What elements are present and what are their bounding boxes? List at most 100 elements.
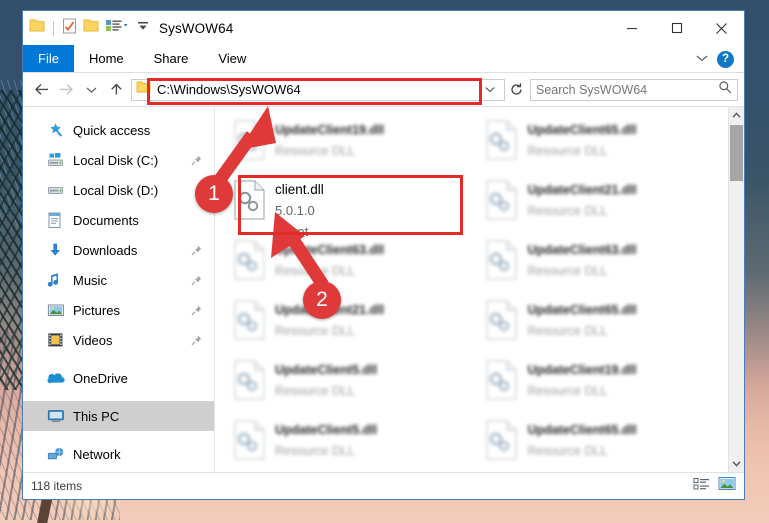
file-item[interactable]: UpdateClient19.dll Resource DLL <box>476 353 729 413</box>
sidebar-item-label: Local Disk (C:) <box>73 152 159 168</box>
folder-icon[interactable] <box>29 18 45 38</box>
dll-file-icon <box>227 419 271 460</box>
tab-home[interactable]: Home <box>74 45 139 72</box>
back-button[interactable] <box>29 77 54 103</box>
file-item[interactable]: UpdateClient63.dll Resource DLL <box>223 233 476 293</box>
sidebar-item-network[interactable]: Network <box>23 439 214 469</box>
file-description: Resource DLL <box>275 324 355 339</box>
file-item[interactable]: UpdateClient21.dll Resource DLL <box>223 293 476 353</box>
dll-file-icon <box>227 179 271 220</box>
search-box[interactable]: Search SysWOW64 <box>530 78 738 101</box>
dll-file-icon <box>480 359 524 400</box>
pin-icon[interactable] <box>191 154 202 169</box>
file-meta: UpdateClient19.dll Resource DLL <box>528 359 637 401</box>
file-meta: UpdateClient65.dll Resource DLL <box>528 419 637 461</box>
file-item[interactable]: UpdateClient65.dll Resource DLL <box>476 293 729 353</box>
file-name: UpdateClient65.dll <box>527 423 637 437</box>
file-item[interactable]: UpdateClient63.dll Resource DLL <box>476 233 729 293</box>
up-button[interactable] <box>104 77 129 103</box>
scrollbar-thumb[interactable] <box>730 125 743 181</box>
sidebar-gap-2 <box>23 393 214 401</box>
window-controls <box>609 11 744 45</box>
pin-icon[interactable] <box>191 304 202 319</box>
dll-file-icon <box>227 239 271 280</box>
pin-icon[interactable] <box>191 334 202 349</box>
file-description: Resource DLL <box>275 264 355 279</box>
pin-icon[interactable] <box>191 244 202 259</box>
file-name: UpdateClient65.dll <box>527 123 637 137</box>
file-item-client-dll[interactable]: client.dll 5.0.1.0 Client <box>223 173 476 239</box>
sidebar-item-videos[interactable]: Videos <box>23 325 214 355</box>
sidebar-item-onedrive[interactable]: OneDrive <box>23 363 214 393</box>
file-meta: UpdateClient19.dll Resource DLL <box>275 119 384 161</box>
sidebar-item-quick-access[interactable]: Quick access <box>23 115 214 145</box>
details-view-icon[interactable] <box>693 477 710 496</box>
tab-view-label: View <box>218 51 247 66</box>
explorer-body: Quick access Local Disk (C:) Local Disk … <box>23 106 744 472</box>
sidebar-item-label: Downloads <box>73 242 138 258</box>
close-button[interactable] <box>699 11 744 45</box>
tab-share[interactable]: Share <box>139 45 204 72</box>
recent-locations-button[interactable] <box>79 77 104 103</box>
file-meta: UpdateClient65.dll Resource DLL <box>528 119 637 161</box>
sidebar-item-pictures[interactable]: Pictures <box>23 295 214 325</box>
properties-icon[interactable] <box>62 18 77 39</box>
dll-file-icon <box>227 299 271 340</box>
file-item[interactable]: UpdateClient65.dll Resource DLL <box>476 413 729 472</box>
minimize-button[interactable] <box>609 11 654 45</box>
chevron-down-icon[interactable] <box>695 50 709 68</box>
search-icon[interactable] <box>718 80 732 99</box>
search-input[interactable]: Search SysWOW64 <box>536 83 718 97</box>
address-chevron-down-icon[interactable] <box>484 81 496 99</box>
large-icons-view-icon[interactable] <box>718 476 736 496</box>
sidebar-item-label: Network <box>73 446 121 462</box>
file-item[interactable]: UpdateClient65.dll Resource DLL <box>476 113 729 173</box>
file-name: UpdateClient5.dll <box>275 423 378 437</box>
vertical-scrollbar[interactable] <box>728 107 744 472</box>
refresh-button[interactable] <box>505 82 527 97</box>
pin-icon[interactable] <box>191 274 202 289</box>
dll-file-icon <box>480 119 524 160</box>
address-path-text: C:\Windows\SysWOW64 <box>157 82 301 97</box>
title-bar: SysWOW64 <box>23 11 744 45</box>
sidebar-item-documents[interactable]: Documents <box>23 205 214 235</box>
thispc-icon <box>47 409 69 424</box>
file-item[interactable]: UpdateClient5.dll Resource DLL <box>223 353 476 413</box>
sidebar-item-downloads[interactable]: Downloads <box>23 235 214 265</box>
help-icon[interactable]: ? <box>717 50 734 68</box>
tab-view[interactable]: View <box>203 45 261 72</box>
sidebar-item-label: Music <box>73 272 107 288</box>
maximize-button[interactable] <box>654 11 699 45</box>
network-icon <box>47 447 69 462</box>
customize-qat-icon[interactable] <box>136 19 150 38</box>
sidebar-item-music[interactable]: Music <box>23 265 214 295</box>
tab-file[interactable]: File <box>23 45 74 72</box>
dll-file-icon <box>480 299 524 340</box>
sidebar-item-label: Quick access <box>73 122 151 138</box>
sidebar-item-label: Local Disk (D:) <box>73 182 159 198</box>
file-description: Resource DLL <box>275 144 355 159</box>
forward-button[interactable] <box>54 77 79 103</box>
file-description: Resource DLL <box>275 384 355 399</box>
file-description: Resource DLL <box>527 204 608 219</box>
file-description: Resource DLL <box>275 444 355 459</box>
scroll-up-arrow-icon[interactable] <box>729 107 744 124</box>
file-description: Resource DLL <box>527 324 608 339</box>
sidebar-item-this-pc[interactable]: This PC <box>23 401 214 431</box>
sidebar-item-local-disk-d[interactable]: Local Disk (D:) <box>23 175 214 205</box>
drive-windows-icon <box>47 152 69 168</box>
customize-view-icon[interactable] <box>105 18 130 38</box>
file-item[interactable]: UpdateClient21.dll Resource DLL <box>476 173 729 233</box>
sidebar-item-local-disk-c[interactable]: Local Disk (C:) <box>23 145 214 175</box>
file-item[interactable]: UpdateClient5.dll Resource DLL <box>223 413 476 472</box>
scroll-down-arrow-icon[interactable] <box>729 455 744 472</box>
address-bar[interactable]: C:\Windows\SysWOW64 <box>131 78 505 101</box>
new-folder-icon[interactable] <box>83 18 99 38</box>
file-list-pane[interactable]: UpdateClient19.dll Resource DLL UpdateCl… <box>215 107 744 472</box>
file-item[interactable]: UpdateClient19.dll Resource DLL <box>223 113 476 173</box>
sidebar-item-label: Videos <box>73 332 113 348</box>
ribbon-right-controls: ? <box>695 45 740 73</box>
pictures-icon <box>47 303 69 318</box>
tab-file-label: File <box>38 51 59 66</box>
dll-file-icon <box>227 359 271 400</box>
